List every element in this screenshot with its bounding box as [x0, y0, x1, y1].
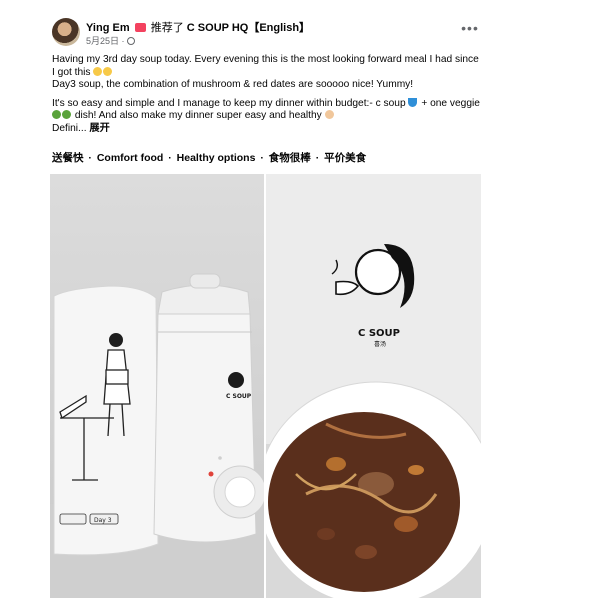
post-meta: 5月25日 · — [86, 34, 136, 47]
photo-right[interactable]: C SOUP 喜汤 — [266, 174, 481, 598]
recommend-icon — [134, 23, 146, 32]
author-line: Ying Em 推荐了 C SOUP HQ【English】 — [86, 19, 310, 35]
recommend-text: 推荐了 — [150, 22, 184, 34]
facebook-post: Ying Em 推荐了 C SOUP HQ【English】 5月25日 · •… — [0, 0, 600, 600]
bowl-emoji-icon — [408, 97, 418, 107]
author-avatar[interactable] — [52, 18, 80, 46]
post-date[interactable]: 5月25日 — [86, 36, 119, 46]
photo-grid: Day 3 C SOUP C SOUP 喜汤 — [50, 174, 481, 598]
page-name[interactable]: C SOUP HQ【English】 — [187, 22, 310, 34]
tag[interactable]: Healthy options — [177, 152, 256, 164]
box-subtitle-label: 喜汤 — [374, 340, 386, 348]
grin-emoji-icon — [93, 66, 103, 76]
see-more-link[interactable]: 展开 — [89, 123, 109, 134]
tag[interactable]: 食物很棒 — [269, 152, 311, 164]
photo-left[interactable]: Day 3 C SOUP — [50, 174, 264, 598]
photo-left-image: Day 3 C SOUP — [50, 273, 264, 598]
post-paragraph: It's so easy and simple and I manage to … — [52, 97, 480, 134]
cooker-brand-label: C SOUP — [226, 393, 252, 400]
more-options-button[interactable]: ••• — [460, 21, 480, 38]
tag[interactable]: Comfort food — [97, 152, 163, 164]
post-body: Having my 3rd day soup today. Every even… — [52, 54, 482, 142]
avocado-emoji-icon — [52, 110, 61, 120]
broccoli-emoji-icon — [62, 110, 71, 120]
bag-day-label: Day 3 — [94, 517, 112, 524]
post-paragraph: Having my 3rd day soup today. Every even… — [52, 54, 479, 91]
grin-emoji-icon — [103, 66, 113, 76]
author-name[interactable]: Ying Em — [86, 22, 130, 34]
muscle-emoji-icon — [324, 110, 334, 120]
post-header: Ying Em 推荐了 C SOUP HQ【English】 5月25日 · — [52, 18, 492, 48]
tag[interactable]: 送餐快 — [52, 152, 84, 164]
globe-icon — [127, 37, 136, 45]
box-brand-label: C SOUP — [358, 328, 400, 339]
photo-right-image: C SOUP 喜汤 — [266, 174, 481, 598]
recommendation-tags: 送餐快 · Comfort food · Healthy options · 食… — [52, 152, 367, 164]
tag[interactable]: 平价美食 — [324, 152, 366, 164]
